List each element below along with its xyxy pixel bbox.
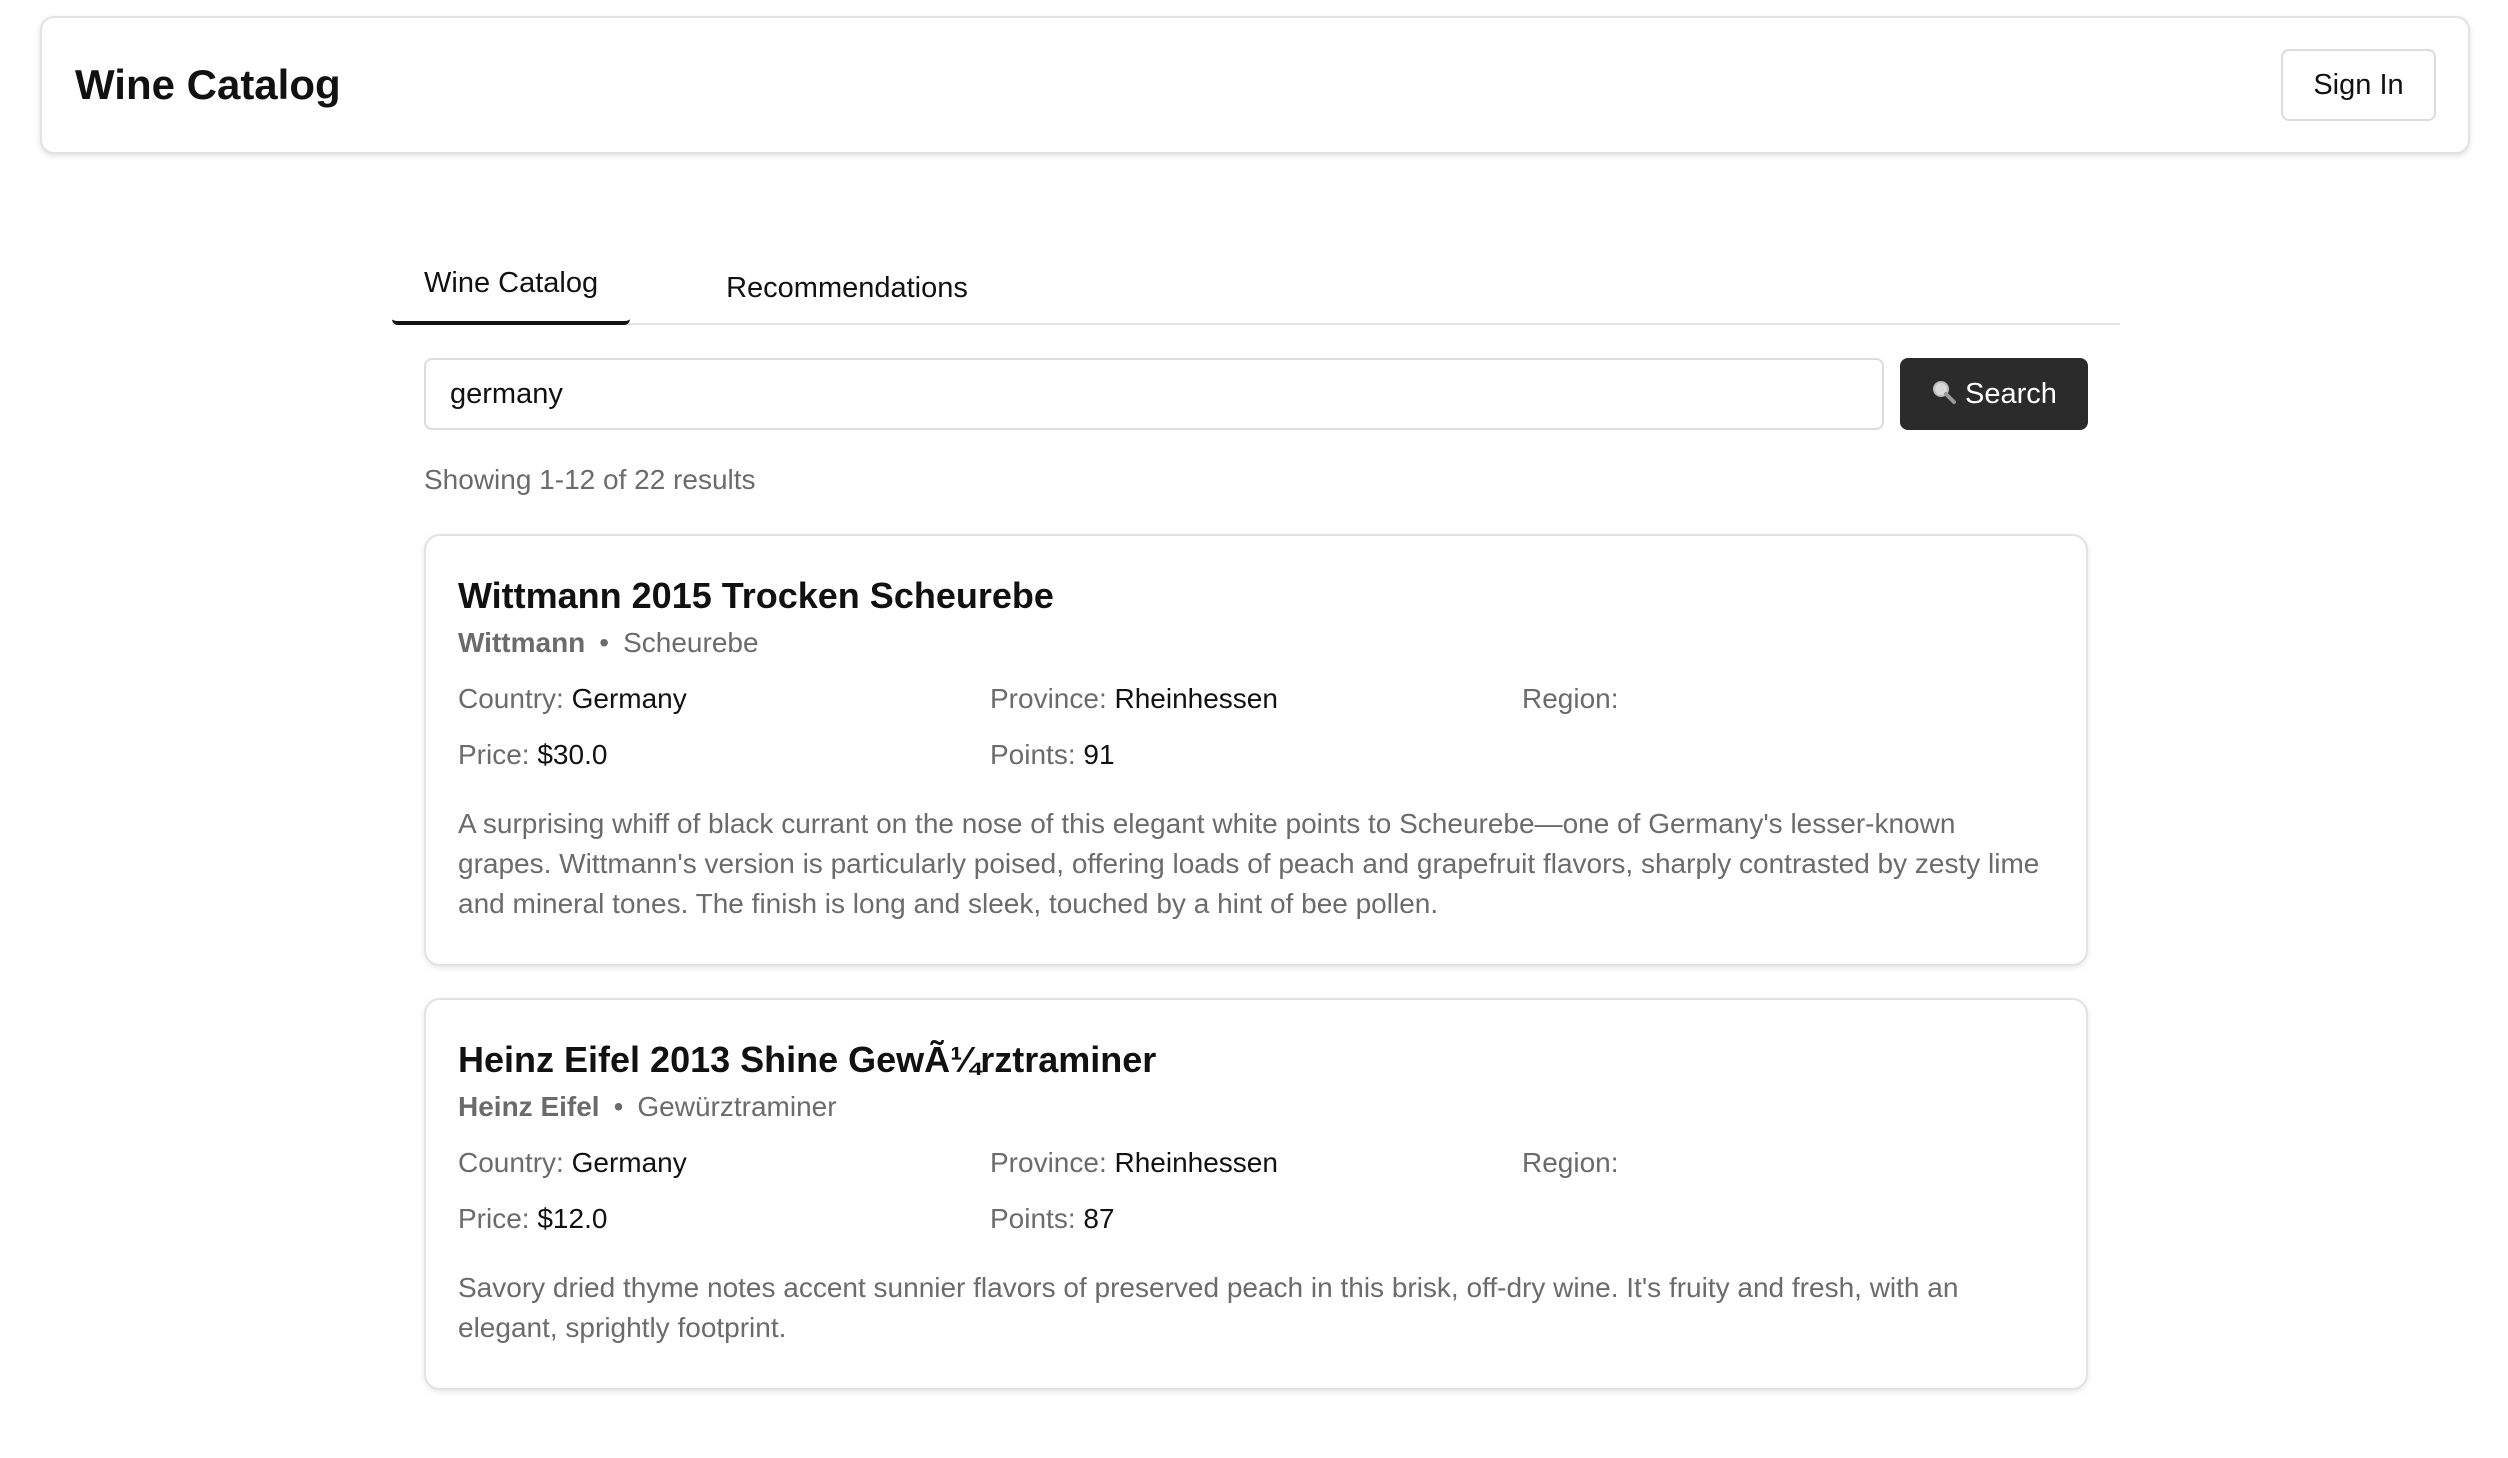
points-value: 91 [1083,739,1115,770]
tab-wine-catalog[interactable]: Wine Catalog [392,250,631,325]
country-label: Country: [458,1147,564,1178]
region-label: Region: [1522,683,1619,714]
results-summary: Showing 1-12 of 22 results [424,464,756,495]
search-button[interactable]: Search [1900,358,2088,430]
magnifier-icon [1931,379,1957,405]
region-field: Region: [1522,1144,2054,1182]
wine-variety: Gewürztraminer [637,1091,837,1122]
wine-variety: Scheurebe [623,627,759,658]
price-value: $12.0 [537,1203,608,1234]
country-field: Country: Germany [458,1144,990,1182]
wine-card: Heinz Eifel 2013 Shine GewÃ¼rztraminer H… [424,998,2088,1390]
tab-bar: Wine Catalog Recommendations [392,250,2120,325]
price-field: Price: $30.0 [458,736,990,774]
province-field: Province: Rheinhessen [990,680,1522,718]
country-field: Country: Germany [458,680,990,718]
app-title: Wine Catalog [75,61,341,108]
points-label: Points: [990,739,1076,770]
country-label: Country: [458,683,564,714]
separator-dot: • [613,1091,624,1122]
wine-title: Heinz Eifel 2013 Shine GewÃ¼rztraminer [458,1039,1157,1080]
wine-subtitle: Wittmann • Scheurebe [458,624,2054,662]
price-label: Price: [458,739,530,770]
points-label: Points: [990,1203,1076,1234]
price-label: Price: [458,1203,530,1234]
app-header: Wine Catalog Sign In [40,16,2470,154]
search-button-label: Search [1965,377,2057,410]
wine-winery: Heinz Eifel [458,1091,600,1122]
country-value: Germany [571,683,687,714]
separator-dot: • [599,627,610,658]
price-field: Price: $12.0 [458,1200,990,1238]
region-label: Region: [1522,1147,1619,1178]
tab-recommendations[interactable]: Recommendations [726,250,968,323]
search-bar: Search [392,358,2120,430]
province-label: Province: [990,683,1107,714]
region-field: Region: [1522,680,2054,718]
sign-in-button[interactable]: Sign In [2281,49,2436,121]
points-field: Points: 91 [990,736,1522,774]
wine-subtitle: Heinz Eifel • Gewürztraminer [458,1088,2054,1126]
wine-details: Country: Germany Province: Rheinhessen R… [458,1144,2054,1238]
main-content: Wine Catalog Recommendations Search Show… [392,250,2120,1390]
province-value: Rheinhessen [1114,683,1278,714]
province-value: Rheinhessen [1114,1147,1278,1178]
price-value: $30.0 [537,739,608,770]
wine-description: Savory dried thyme notes accent sunnier … [458,1272,1959,1343]
province-label: Province: [990,1147,1107,1178]
wine-card: Wittmann 2015 Trocken Scheurebe Wittmann… [424,534,2088,966]
wine-details: Country: Germany Province: Rheinhessen R… [458,680,2054,774]
country-value: Germany [571,1147,687,1178]
search-input[interactable] [424,358,1884,430]
wine-winery: Wittmann [458,627,586,658]
wine-description: A surprising whiff of black currant on t… [458,808,2040,919]
points-value: 87 [1083,1203,1115,1234]
wine-title: Wittmann 2015 Trocken Scheurebe [458,575,1054,616]
province-field: Province: Rheinhessen [990,1144,1522,1182]
points-field: Points: 87 [990,1200,1522,1238]
